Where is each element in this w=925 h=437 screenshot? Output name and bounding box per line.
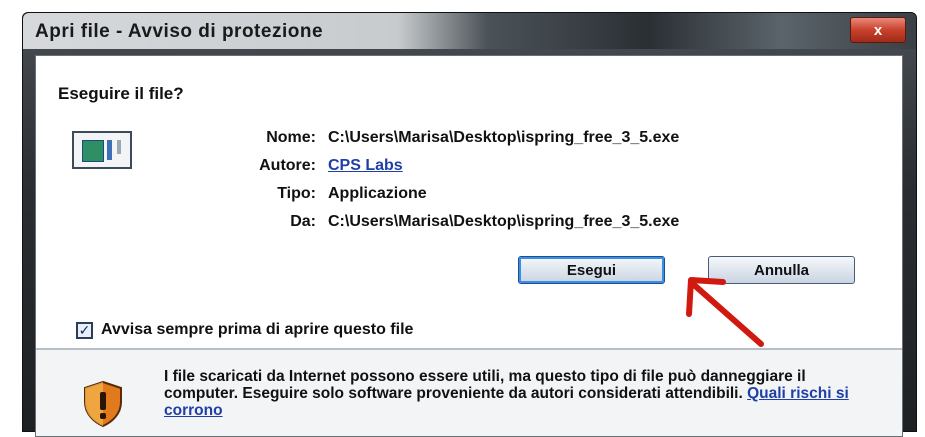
window-title: Apri file - Avviso di protezione (35, 21, 324, 42)
dialog-content: Eseguire il file? Nome: C:\Users\Marisa\… (35, 55, 903, 437)
always-warn-checkbox[interactable]: ✓ (76, 321, 93, 339)
dialog-heading: Eseguire il file? (58, 84, 184, 103)
close-icon: x (873, 21, 883, 39)
always-warn-label: Avvisa sempre prima di aprire questo fil… (101, 321, 414, 338)
red-arrow-icon (686, 277, 764, 347)
title-bar[interactable]: Apri file - Avviso di protezione x (23, 13, 916, 49)
detail-value-name: C:\Users\Marisa\Desktop\ispring_free_3_5… (328, 129, 680, 146)
detail-label-author: Autore: (259, 157, 316, 174)
security-warning-dialog: Apri file - Avviso di protezione x Esegu… (22, 12, 917, 437)
detail-value-type: Applicazione (328, 185, 427, 202)
shield-warning-icon (84, 380, 122, 428)
always-warn-option[interactable]: ✓ Avvisa sempre prima di aprire questo f… (76, 321, 413, 339)
detail-label-type: Tipo: (277, 185, 316, 202)
warning-section: I file scaricati da Internet possono ess… (36, 350, 902, 436)
detail-label-name: Nome: (266, 129, 316, 146)
detail-label-from: Da: (290, 213, 316, 230)
warning-message: I file scaricati da Internet possono ess… (164, 368, 806, 402)
application-window-icon (72, 131, 132, 169)
run-button[interactable]: Esegui (518, 256, 665, 284)
detail-value-from: C:\Users\Marisa\Desktop\ispring_free_3_5… (328, 213, 680, 230)
warning-text: I file scaricati da Internet possono ess… (164, 368, 884, 419)
publisher-link[interactable]: CPS Labs (328, 157, 403, 175)
close-button[interactable]: x (850, 17, 906, 43)
